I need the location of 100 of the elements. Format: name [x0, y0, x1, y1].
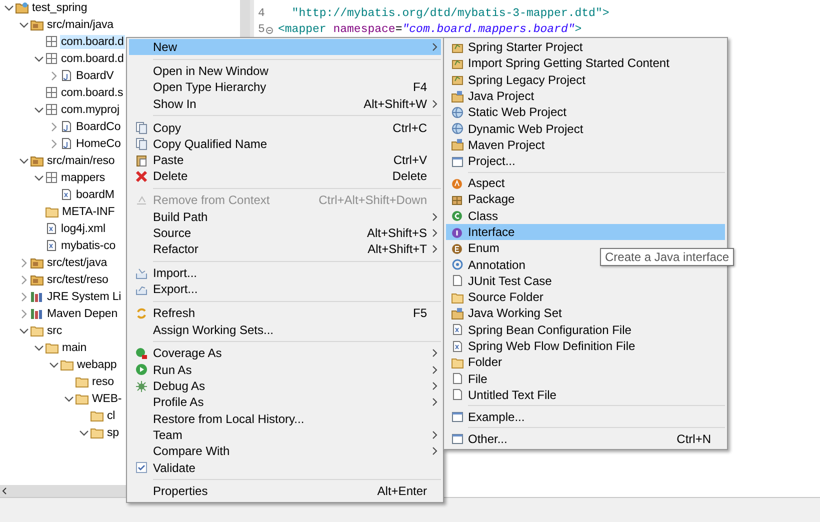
- tree-item[interactable]: src/test/reso: [46, 272, 110, 286]
- menu-item[interactable]: Spring Legacy Project: [446, 72, 725, 88]
- tree-item[interactable]: reso: [91, 374, 115, 388]
- tree-item[interactable]: WEB-: [91, 392, 123, 406]
- xml-file-icon: [60, 188, 73, 201]
- menu-item[interactable]: Show In Alt+Shift+W: [129, 95, 441, 112]
- menu-item[interactable]: Restore from Local History...: [129, 410, 441, 427]
- tree-item[interactable]: src/main/java: [46, 18, 114, 32]
- package-icon: [45, 35, 58, 48]
- menu-item[interactable]: Interface: [446, 224, 725, 240]
- tree-item[interactable]: com.board.d: [60, 52, 125, 66]
- menu-item[interactable]: Build Path: [129, 208, 441, 225]
- menu-item[interactable]: Copy Qualified Name: [129, 136, 441, 152]
- menu-item[interactable]: Spring Bean Configuration File: [446, 322, 725, 338]
- menu-item[interactable]: Project...: [446, 153, 725, 170]
- tree-item[interactable]: log4j.xml: [60, 222, 106, 236]
- menu-item[interactable]: Spring Starter Project: [446, 39, 725, 56]
- source-folder-icon: [30, 256, 44, 269]
- tree-item[interactable]: main: [61, 340, 88, 354]
- menu-item[interactable]: Java Project: [446, 88, 725, 104]
- tree-item[interactable]: src/main/reso: [46, 154, 116, 168]
- tree-item[interactable]: mappers: [60, 170, 106, 184]
- import-icon: [134, 266, 148, 280]
- tree-item[interactable]: Maven Depen: [46, 306, 118, 320]
- tree-item[interactable]: com.board.s: [60, 86, 124, 100]
- folder-icon: [75, 375, 89, 388]
- tree-item[interactable]: HomeCo: [75, 136, 122, 150]
- menu-item[interactable]: Copy Ctrl+C: [129, 119, 441, 136]
- menu-item[interactable]: Team: [129, 426, 441, 444]
- menu-item[interactable]: Import...: [129, 264, 441, 282]
- menu-item[interactable]: Java Working Set: [446, 305, 725, 322]
- project-icon: [450, 90, 464, 103]
- menu-item[interactable]: Class: [446, 208, 725, 224]
- menu-item[interactable]: Validate: [129, 459, 441, 476]
- folder-icon: [60, 358, 74, 371]
- menu-item[interactable]: Paste Ctrl+V: [129, 152, 441, 168]
- tree-item[interactable]: src/test/java: [46, 256, 108, 270]
- menu-item[interactable]: Source Alt+Shift+S: [129, 224, 441, 242]
- menu-item[interactable]: Assign Working Sets...: [129, 321, 441, 338]
- menu-item[interactable]: Source Folder: [446, 289, 725, 306]
- menu-item[interactable]: Properties Alt+Enter: [129, 483, 441, 500]
- tree-item[interactable]: META-INF: [61, 204, 116, 218]
- file-icon: [450, 274, 464, 288]
- library-icon: [30, 307, 44, 320]
- xml-file-icon: [450, 323, 464, 336]
- menu-item[interactable]: Package: [446, 191, 725, 208]
- menu-item[interactable]: Profile As: [129, 394, 441, 410]
- menu-item[interactable]: Other... Ctrl+N: [446, 430, 725, 447]
- menu-item[interactable]: Export...: [129, 281, 441, 298]
- tree-item[interactable]: test_spring: [31, 0, 88, 14]
- java-file-icon: [60, 69, 73, 82]
- tree-item[interactable]: com.board.d: [60, 34, 125, 48]
- menu-item[interactable]: Spring Web Flow Definition File: [446, 338, 725, 354]
- menu-item[interactable]: Untitled Text File: [446, 386, 725, 404]
- interface-icon: [450, 226, 464, 238]
- menu-item[interactable]: Folder: [446, 354, 725, 371]
- menu-item[interactable]: File: [446, 370, 725, 387]
- aspect-icon: [450, 176, 464, 190]
- scrollbar[interactable]: [240, 0, 250, 40]
- tree-item[interactable]: webapp: [76, 358, 118, 372]
- class-icon: [450, 209, 464, 222]
- package-icon: [45, 52, 58, 65]
- tree-item[interactable]: BoardCo: [75, 120, 122, 134]
- menu-item[interactable]: Import Spring Getting Started Content: [446, 55, 725, 72]
- tree-item[interactable]: sp: [106, 426, 120, 440]
- folder-icon: [450, 290, 464, 304]
- menu-item[interactable]: Dynamic Web Project: [446, 120, 725, 137]
- tree-item[interactable]: src: [46, 324, 64, 338]
- tree-item[interactable]: cl: [106, 408, 116, 422]
- menu-item[interactable]: Coverage As: [129, 345, 441, 362]
- fold-icon[interactable]: [266, 26, 273, 34]
- tree-item[interactable]: BoardV: [75, 68, 115, 82]
- menu-item[interactable]: Refresh F5: [129, 305, 441, 322]
- tree-item[interactable]: JRE System Li: [46, 290, 122, 304]
- tree-item[interactable]: mybatis-co: [60, 238, 117, 252]
- tree-item[interactable]: com.myproj: [60, 102, 120, 116]
- menu-item[interactable]: Open in New Window: [129, 62, 441, 80]
- menu-item[interactable]: Static Web Project: [446, 104, 725, 120]
- menu-item[interactable]: Example...: [446, 408, 725, 426]
- window-icon: [450, 432, 464, 446]
- menu-item[interactable]: Aspect: [446, 174, 725, 192]
- source-folder-icon: [30, 154, 44, 167]
- project-icon: [450, 138, 464, 152]
- folder-icon: [450, 356, 464, 369]
- menu-item[interactable]: New: [129, 39, 441, 56]
- checkbox[interactable]: [134, 461, 148, 474]
- file-icon: [450, 372, 464, 386]
- line-number: 5: [254, 22, 278, 38]
- annotation-icon: [450, 258, 464, 272]
- menu-item[interactable]: Delete Delete: [129, 168, 441, 185]
- menu-item[interactable]: Open Type Hierarchy F4: [129, 79, 441, 96]
- tree-item[interactable]: boardM: [75, 188, 116, 202]
- menu-item[interactable]: Maven Project: [446, 136, 725, 154]
- menu-item[interactable]: Debug As: [129, 378, 441, 394]
- menu-item[interactable]: Refactor Alt+Shift+T: [129, 241, 441, 258]
- folder-icon: [45, 205, 59, 218]
- menu-item[interactable]: Compare With: [129, 443, 441, 460]
- xml-file-icon: [45, 239, 58, 252]
- menu-item[interactable]: Run As: [129, 362, 441, 378]
- menu-item[interactable]: JUnit Test Case: [446, 272, 725, 290]
